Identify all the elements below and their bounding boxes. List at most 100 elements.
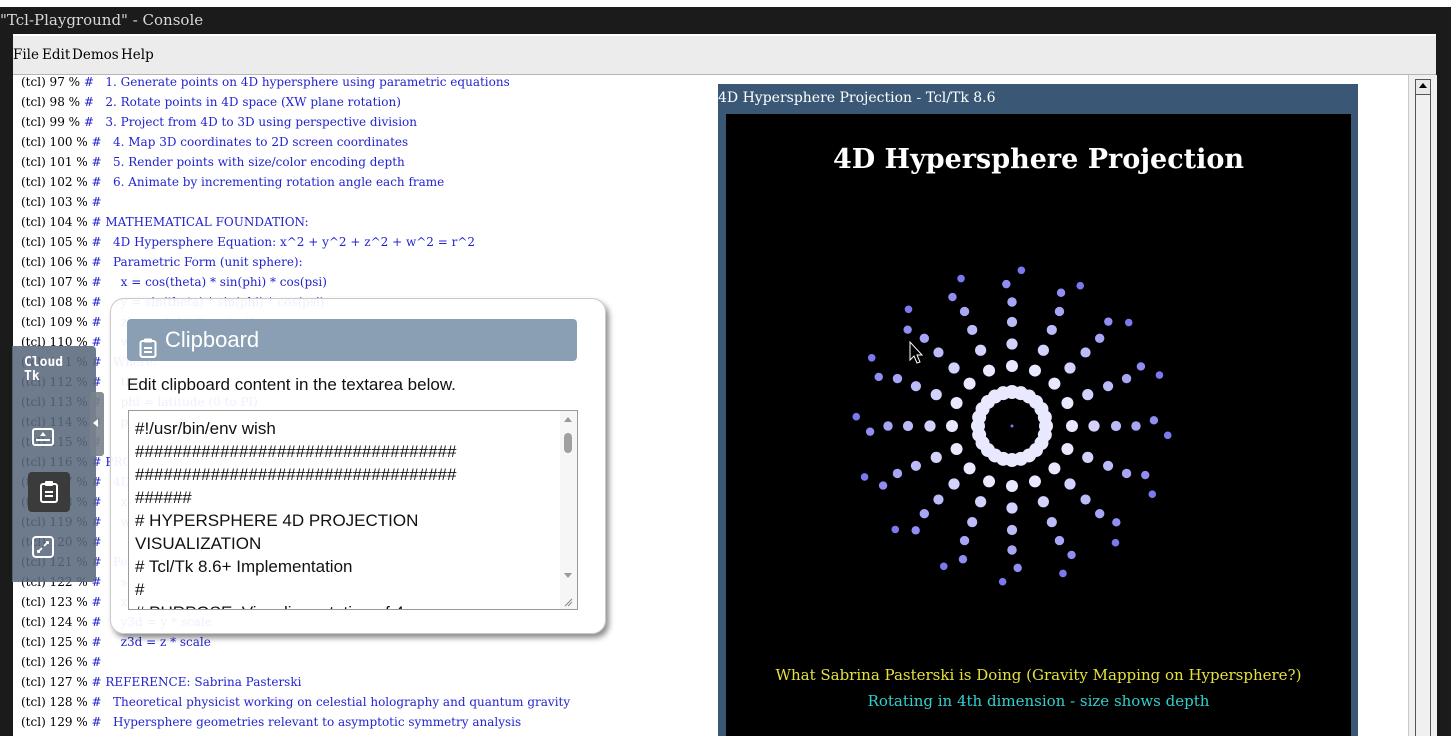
hypersphere-point xyxy=(975,344,987,356)
clipboard-text-line: # PURPOSE: Visualize rotation of 4 xyxy=(135,601,404,609)
window-title: "Tcl-Playground" - Console xyxy=(0,11,204,29)
hypersphere-point xyxy=(924,420,936,432)
hypersphere-point xyxy=(865,427,875,436)
hypersphere-point xyxy=(919,333,930,344)
hypersphere-point xyxy=(1054,306,1065,317)
hypersphere-point xyxy=(1104,317,1113,326)
hypersphere-point xyxy=(1037,344,1049,356)
hypersphere-point xyxy=(1006,338,1018,350)
clipboard-text-line: # xyxy=(135,580,145,599)
hypersphere-point xyxy=(860,473,869,481)
hypersphere-point xyxy=(1149,416,1159,425)
menu-demos[interactable]: Demos xyxy=(72,47,119,63)
console-comment: # Theoretical physicist working on celes… xyxy=(91,695,571,709)
console-comment: # 2. Rotate points in 4D space (XW plane… xyxy=(83,95,401,109)
keyboard-upload-icon[interactable] xyxy=(30,424,56,450)
console-prompt: (tcl) 126 % xyxy=(21,655,92,669)
clipboard-title: Clipboard xyxy=(165,327,260,352)
console-prompt: (tcl) 108 % xyxy=(21,295,92,309)
menu-edit-label: Edit xyxy=(42,47,71,63)
hypersphere-point xyxy=(1006,360,1018,372)
hypersphere-point xyxy=(1006,524,1018,536)
console-line: (tcl) 126 % # xyxy=(21,652,102,672)
hypersphere-point xyxy=(1006,480,1018,492)
hypersphere-point xyxy=(1067,550,1076,560)
hypersphere-point xyxy=(1111,538,1120,547)
scroll-up-button[interactable] xyxy=(1415,79,1431,95)
clipboard-text-line: #!/usr/bin/env wish xyxy=(135,419,276,438)
hypersphere-point xyxy=(1054,535,1065,546)
console-line: (tcl) 125 % # z3d = z * scale xyxy=(21,632,211,652)
menu-help[interactable]: Help xyxy=(121,47,154,63)
clipboard-icon[interactable] xyxy=(28,472,70,512)
hypersphere-point xyxy=(1048,462,1061,475)
right-border xyxy=(1436,34,1451,736)
hypersphere-point xyxy=(1094,333,1105,344)
hypersphere-point xyxy=(911,526,920,535)
hypersphere-canvas[interactable]: 4D Hypersphere Projection What Sabrina P… xyxy=(726,114,1351,736)
console-prompt: (tcl) 98 % xyxy=(21,95,84,109)
textarea-scroll-thumb[interactable] xyxy=(564,433,572,453)
clipboard-text-line: VISUALIZATION xyxy=(135,534,262,553)
hypersphere-point xyxy=(950,397,963,410)
sidebar-collapse-handle[interactable] xyxy=(90,392,104,456)
clipboard-textarea[interactable]: #!/usr/bin/env wish #####################… xyxy=(128,410,578,610)
hypersphere-point xyxy=(1121,468,1132,479)
hypersphere-point xyxy=(1082,451,1094,463)
fullscreen-icon[interactable] xyxy=(30,534,56,560)
hypersphere-point xyxy=(1094,508,1105,519)
console-prompt: (tcl) 103 % xyxy=(21,195,92,209)
clipboard-header: Clipboard xyxy=(127,319,577,361)
hypersphere-point xyxy=(1121,373,1132,384)
hypersphere-point xyxy=(903,325,912,334)
console-comment: # MATHEMATICAL FOUNDATION: xyxy=(91,215,309,229)
hypersphere-point xyxy=(959,306,970,317)
console-line: (tcl) 102 % # 6. Animate by incrementing… xyxy=(21,172,444,192)
hypersphere-point xyxy=(883,421,893,431)
hypersphere-point xyxy=(930,389,942,401)
hypersphere-point xyxy=(950,442,963,455)
textarea-scrollbar[interactable] xyxy=(560,411,577,609)
menu-edit[interactable]: Edit xyxy=(42,47,70,63)
scroll-track[interactable] xyxy=(1415,95,1431,736)
hypersphere-point xyxy=(1046,516,1057,528)
hypersphere-point xyxy=(1028,364,1041,377)
hypersphere-point xyxy=(1066,420,1078,432)
clipboard-text-line: # HYPERSPHERE 4D PROJECTION xyxy=(135,511,419,530)
console-comment: # xyxy=(91,655,102,669)
resize-grip-icon[interactable] xyxy=(563,597,573,607)
hypersphere-point xyxy=(1080,494,1091,505)
console-scrollbar[interactable] xyxy=(1408,75,1437,736)
console-line: (tcl) 106 % # Parametric Form (unit sphe… xyxy=(21,252,303,272)
console-line: (tcl) 128 % # Theoretical physicist work… xyxy=(21,692,570,712)
hypersphere-heading: 4D Hypersphere Projection xyxy=(832,144,1245,175)
hypersphere-point xyxy=(998,577,1007,586)
hypersphere-point xyxy=(878,481,888,490)
hypersphere-point xyxy=(1028,475,1041,488)
clipboard-text-line: ################################## xyxy=(135,442,457,461)
console-prompt: (tcl) 102 % xyxy=(21,175,92,189)
textarea-scroll-down[interactable] xyxy=(564,573,572,578)
hypersphere-point xyxy=(975,496,987,508)
menu-file[interactable]: File xyxy=(13,47,39,63)
hypersphere-point xyxy=(933,494,944,505)
hypersphere-point xyxy=(852,412,861,421)
hypersphere-point xyxy=(983,475,996,488)
hypersphere-point xyxy=(892,468,903,479)
hypersphere-point xyxy=(1088,420,1100,432)
hypersphere-point xyxy=(946,420,958,432)
cloudtk-logo-line2: Tk xyxy=(24,369,40,384)
hypersphere-subtitle: What Sabrina Pasterski is Doing (Gravity… xyxy=(775,666,1302,684)
hypersphere-point xyxy=(939,562,948,571)
console-prompt: (tcl) 97 % xyxy=(21,75,84,89)
hypersphere-point xyxy=(1046,324,1057,336)
hypersphere-point xyxy=(948,292,957,302)
hypersphere-point xyxy=(1076,281,1085,290)
console-line: (tcl) 129 % # Hypersphere geometries rel… xyxy=(21,712,521,732)
console-comment: # xyxy=(91,195,102,209)
textarea-scroll-up[interactable] xyxy=(564,417,572,422)
hypersphere-point xyxy=(1037,410,1052,425)
hypersphere-point xyxy=(1110,420,1122,432)
hypersphere-point xyxy=(1048,377,1061,390)
console-prompt: (tcl) 100 % xyxy=(21,135,92,149)
